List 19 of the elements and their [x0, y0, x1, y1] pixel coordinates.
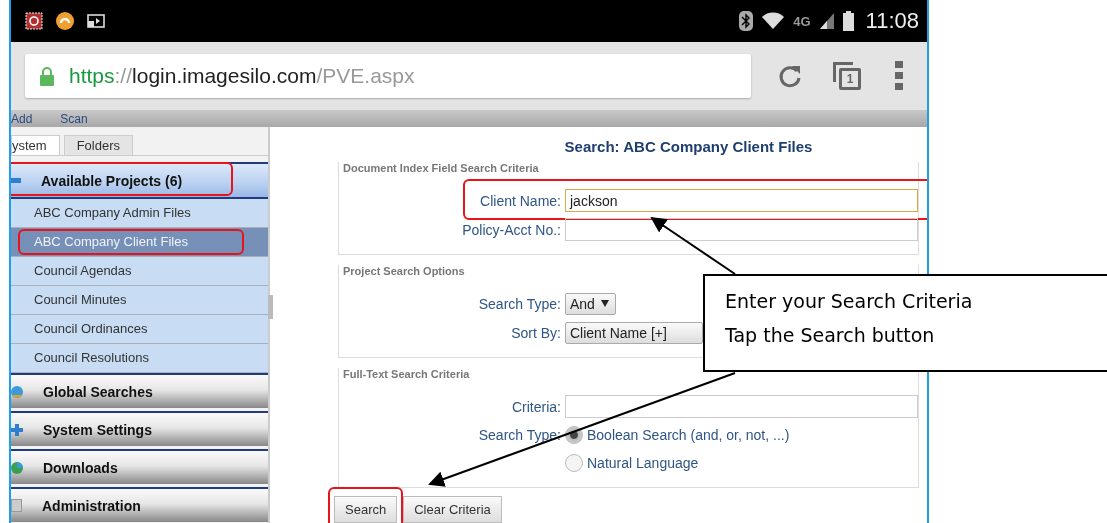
section-label: Administration	[42, 497, 141, 514]
field-label: Client Name:	[479, 192, 562, 209]
field-label: Criteria:	[511, 398, 562, 415]
callout-text: Tap the Search button	[725, 324, 936, 348]
section-label: System Settings	[43, 421, 152, 438]
fieldset-legend: Project Search Options	[339, 265, 918, 277]
page-title: Search: ABC Company Client Files	[563, 138, 814, 157]
section-label: Available Projects (6)	[41, 172, 183, 189]
url-text: https://login.imagesilo.com/PVE.aspx	[69, 64, 415, 88]
fieldset-legend: Document Index Field Search Criteria	[339, 162, 918, 174]
section-label: Downloads	[43, 459, 118, 476]
section-label: Global Searches	[43, 383, 153, 400]
network-type-label: 4G	[793, 13, 811, 29]
field-label: Policy-Acct No.:	[461, 221, 562, 238]
callout-text: Enter your Search Criteria	[725, 290, 974, 314]
clock-time: 11:08	[865, 8, 919, 34]
field-label: Sort By:	[510, 324, 562, 341]
field-label: Search Type:	[477, 295, 562, 312]
fieldset-legend: Full-Text Search Criteria	[339, 368, 918, 380]
